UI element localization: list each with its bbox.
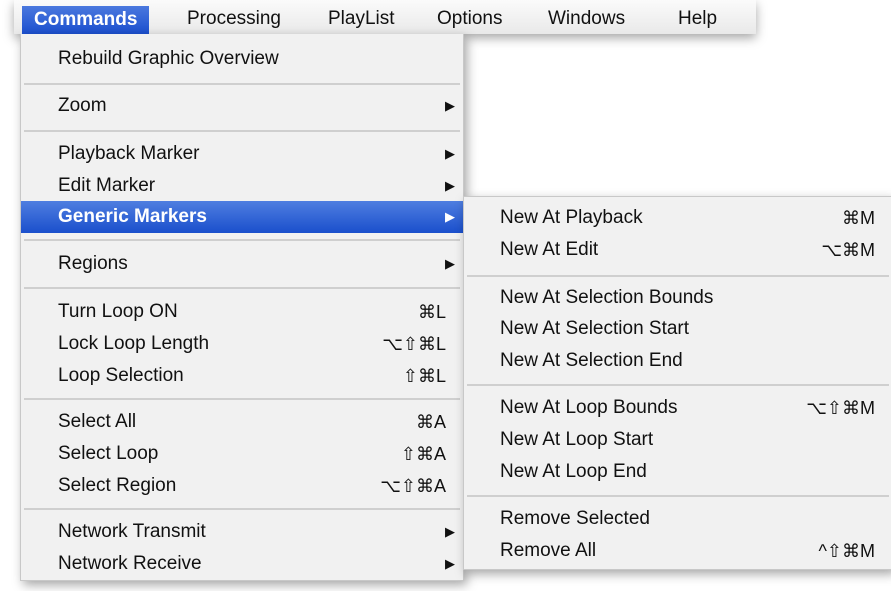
menu-item-rebuild-graphic-overview[interactable]: Rebuild Graphic Overview (21, 43, 463, 75)
menu-item-label: New At Playback (500, 207, 643, 228)
submenu-arrow-icon: ▶ (445, 524, 455, 539)
menu-item-new-at-loop-start[interactable]: New At Loop Start (464, 424, 891, 456)
menu-item-select-loop[interactable]: Select Loop ⇧⌘A (21, 438, 463, 470)
menu-item-label: New At Edit (500, 239, 599, 260)
menu-separator (467, 275, 889, 277)
menu-item-new-at-selection-start[interactable]: New At Selection Start (464, 313, 891, 345)
menu-separator (24, 83, 460, 85)
menu-item-shortcut: ⌥⌘M (821, 240, 875, 260)
menu-item-remove-selected[interactable]: Remove Selected (464, 503, 891, 535)
generic-markers-submenu: New At Playback ⌘M New At Edit ⌥⌘M New A… (463, 196, 891, 570)
menu-item-shortcut: ⌥⇧⌘A (380, 476, 446, 496)
menu-windows[interactable]: Windows (536, 5, 637, 33)
menu-item-shortcut: ⇧⌘L (402, 366, 446, 386)
menu-item-label: Generic Markers (58, 206, 207, 227)
menu-item-new-at-selection-bounds[interactable]: New At Selection Bounds (464, 282, 891, 314)
menu-item-shortcut: ⌘A (415, 412, 446, 432)
menu-item-label: Select Loop (58, 443, 159, 464)
menu-commands[interactable]: Commands (22, 6, 150, 34)
menu-item-label: Edit Marker (58, 175, 156, 196)
menu-separator (467, 495, 889, 497)
menu-item-label: New At Selection End (500, 350, 683, 371)
menu-item-new-at-playback[interactable]: New At Playback ⌘M (464, 202, 891, 234)
menu-item-label: Turn Loop ON (58, 301, 178, 322)
menu-item-new-at-loop-end[interactable]: New At Loop End (464, 456, 891, 488)
menu-separator (467, 384, 889, 386)
menu-item-loop-selection[interactable]: Loop Selection ⇧⌘L (21, 360, 463, 392)
menu-item-label: New At Loop Start (500, 429, 654, 450)
menu-item-label: New At Loop End (500, 461, 647, 482)
menu-item-shortcut: ⌘L (417, 302, 446, 322)
menu-item-label: Playback Marker (58, 143, 200, 164)
menu-bar: Commands Processing PlayList Options Win… (14, 0, 756, 34)
submenu-arrow-icon: ▶ (445, 98, 455, 113)
menu-separator (24, 398, 460, 400)
submenu-arrow-icon: ▶ (445, 209, 455, 224)
menu-item-shortcut: ⇧⌘A (400, 444, 446, 464)
menu-item-network-transmit[interactable]: Network Transmit ▶ (21, 516, 463, 548)
menu-item-lock-loop-length[interactable]: Lock Loop Length ⌥⇧⌘L (21, 328, 463, 360)
menu-item-generic-markers[interactable]: Generic Markers ▶ (21, 201, 463, 233)
menu-item-label: Remove All (500, 540, 597, 561)
menu-item-zoom[interactable]: Zoom ▶ (21, 90, 463, 122)
menu-item-playback-marker[interactable]: Playback Marker ▶ (21, 138, 463, 170)
menu-item-turn-loop-on[interactable]: Turn Loop ON ⌘L (21, 296, 463, 328)
submenu-arrow-icon: ▶ (445, 146, 455, 161)
menu-item-shortcut: ⌥⇧⌘L (382, 334, 446, 354)
menu-item-remove-all[interactable]: Remove All ^⇧⌘M (464, 535, 891, 567)
menu-item-regions[interactable]: Regions ▶ (21, 248, 463, 280)
menu-item-select-region[interactable]: Select Region ⌥⇧⌘A (21, 470, 463, 502)
menu-help[interactable]: Help (666, 5, 729, 33)
menu-item-label: New At Selection Start (500, 318, 690, 339)
menu-separator (24, 239, 460, 241)
menu-item-label: Remove Selected (500, 508, 650, 529)
menu-item-shortcut: ⌘M (842, 208, 875, 228)
menu-item-label: Select All (58, 411, 137, 432)
menu-separator (24, 130, 460, 132)
menu-separator (24, 508, 460, 510)
submenu-arrow-icon: ▶ (445, 178, 455, 193)
menu-item-label: Network Transmit (58, 521, 206, 542)
menu-item-new-at-loop-bounds[interactable]: New At Loop Bounds ⌥⇧⌘M (464, 392, 891, 424)
menu-item-label: Rebuild Graphic Overview (58, 48, 279, 69)
menu-separator (24, 287, 460, 289)
menu-item-label: New At Loop Bounds (500, 397, 678, 418)
menu-item-label: Network Receive (58, 553, 202, 574)
commands-menu: Rebuild Graphic Overview Zoom ▶ Playback… (20, 34, 464, 581)
menu-item-new-at-selection-end[interactable]: New At Selection End (464, 345, 891, 377)
menu-item-label: Regions (58, 253, 128, 274)
menu-item-edit-marker[interactable]: Edit Marker ▶ (21, 170, 463, 202)
menu-item-shortcut: ^⇧⌘M (818, 541, 875, 561)
menu-item-label: Lock Loop Length (58, 333, 210, 354)
submenu-arrow-icon: ▶ (445, 256, 455, 271)
menu-item-label: Zoom (58, 95, 107, 116)
menu-options[interactable]: Options (425, 5, 514, 33)
menu-processing[interactable]: Processing (175, 5, 293, 33)
menu-item-label: Select Region (58, 475, 177, 496)
menu-item-label: New At Selection Bounds (500, 287, 714, 308)
menu-item-network-receive[interactable]: Network Receive ▶ (21, 548, 463, 580)
submenu-arrow-icon: ▶ (445, 556, 455, 571)
menu-item-select-all[interactable]: Select All ⌘A (21, 406, 463, 438)
menu-item-new-at-edit[interactable]: New At Edit ⌥⌘M (464, 234, 891, 266)
menu-item-label: Loop Selection (58, 365, 184, 386)
menu-item-shortcut: ⌥⇧⌘M (806, 398, 875, 418)
menu-playlist[interactable]: PlayList (316, 5, 407, 33)
